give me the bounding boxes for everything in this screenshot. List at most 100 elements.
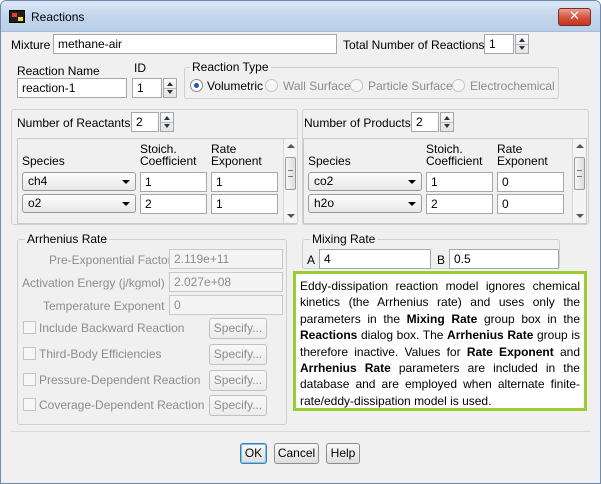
- particle-surface-label: Particle Surface: [368, 79, 453, 93]
- id-field[interactable]: 1: [132, 78, 162, 98]
- reactants-rate-header-2: Exponent: [211, 154, 262, 168]
- pressure-dependent-specify-button[interactable]: Specify...: [209, 370, 267, 391]
- reaction-type-title: Reaction Type: [190, 60, 271, 74]
- products-rate-header-2: Exponent: [497, 154, 548, 168]
- include-backward-label: Include Backward Reaction: [39, 321, 185, 335]
- reactants-coeff-header-2: Coefficient: [140, 154, 197, 168]
- scroll-up-icon[interactable]: [576, 144, 584, 148]
- products-coeff-header-2: Coefficient: [426, 154, 483, 168]
- products-scrollbar[interactable]: [572, 139, 586, 223]
- chevron-down-icon: [408, 202, 416, 206]
- reactants-count-label: Number of Reactants: [17, 116, 131, 130]
- note-bold-rate-exponent: Rate Exponent: [466, 344, 554, 359]
- note-bold-mixing-rate: Mixing Rate: [406, 311, 478, 326]
- reactants-species-header: Species: [22, 154, 65, 168]
- product-rate-field-2[interactable]: 0: [497, 194, 564, 214]
- reactant-species-select-2[interactable]: o2: [22, 194, 136, 213]
- radio-volumetric[interactable]: [190, 79, 203, 92]
- reactant-coeff-field-2[interactable]: 2: [140, 194, 207, 214]
- total-reactions-stepper[interactable]: [515, 34, 529, 54]
- activation-energy-field[interactable]: 2.027e+08: [169, 272, 283, 292]
- reactants-scrollbar[interactable]: [283, 139, 297, 223]
- product-coeff-field-1[interactable]: 1: [426, 172, 493, 192]
- coverage-dependent-specify-button[interactable]: Specify...: [209, 395, 267, 416]
- reactant-species-select-1[interactable]: ch4: [22, 172, 136, 191]
- info-note: Eddy-dissipation reaction model ignores …: [293, 271, 587, 411]
- third-body-label: Third-Body Efficiencies: [39, 347, 162, 361]
- pre-exp-field[interactable]: 2.119e+11: [169, 249, 283, 269]
- cancel-button[interactable]: Cancel: [274, 443, 319, 464]
- mixture-field[interactable]: methane-air: [53, 34, 337, 54]
- chevron-down-icon: [122, 202, 130, 206]
- coverage-dependent-checkbox[interactable]: [23, 398, 36, 411]
- ok-button[interactable]: OK: [240, 443, 267, 464]
- reactants-count-field[interactable]: 2: [131, 112, 159, 132]
- mixing-a-label: A: [307, 253, 316, 267]
- reactant-rate-field-2[interactable]: 1: [211, 194, 278, 214]
- window-title: Reactions: [31, 10, 85, 24]
- products-species-header: Species: [308, 154, 351, 168]
- volumetric-label: Volumetric: [207, 79, 264, 93]
- note-text-2: group box in the: [477, 311, 581, 326]
- note-text-5: and: [553, 344, 580, 359]
- third-body-checkbox[interactable]: [23, 347, 36, 360]
- pre-exp-label: Pre-Exponential Factor: [49, 253, 172, 267]
- reactant-rate-field-1[interactable]: 1: [211, 172, 278, 192]
- reactant-species-value-1: ch4: [28, 174, 48, 188]
- close-button[interactable]: ✕: [558, 8, 591, 26]
- electrochemical-label: Electrochemical: [470, 79, 555, 93]
- reactant-species-value-2: o2: [28, 196, 42, 210]
- pressure-dependent-checkbox[interactable]: [23, 373, 36, 386]
- temp-exp-field[interactable]: 0: [169, 295, 283, 315]
- scroll-thumb[interactable]: [285, 157, 296, 190]
- products-count-label: Number of Products: [304, 116, 411, 130]
- radio-particle-surface[interactable]: [350, 79, 363, 92]
- id-label: ID: [134, 61, 146, 75]
- chevron-down-icon: [122, 180, 130, 184]
- app-icon: [9, 10, 25, 23]
- note-bold-arrhenius-rate-2: Arrhenius Rate: [300, 361, 391, 376]
- product-coeff-field-2[interactable]: 2: [426, 194, 493, 214]
- reaction-name-field[interactable]: reaction-1: [17, 78, 127, 98]
- reaction-name-label: Reaction Name: [17, 64, 100, 78]
- total-reactions-field[interactable]: 1: [484, 34, 514, 54]
- product-species-select-1[interactable]: co2: [308, 172, 422, 191]
- note-bold-reactions: Reactions: [300, 328, 358, 343]
- products-count-field[interactable]: 2: [411, 112, 439, 132]
- product-rate-field-1[interactable]: 0: [497, 172, 564, 192]
- temp-exp-label: Temperature Exponent: [43, 299, 165, 313]
- mixing-b-label: B: [437, 253, 446, 267]
- reactants-table: Species Stoich. Coefficient Rate Exponen…: [17, 138, 297, 224]
- products-table: Species Stoich. Coefficient Rate Exponen…: [303, 138, 587, 224]
- products-count-stepper[interactable]: [440, 112, 454, 132]
- mixture-label: Mixture: [11, 38, 51, 52]
- wall-surface-label: Wall Surface: [283, 79, 351, 93]
- total-reactions-label: Total Number of Reactions: [343, 38, 485, 52]
- note-text-3: dialog box. The: [357, 328, 448, 343]
- product-species-value-1: co2: [314, 174, 334, 188]
- scroll-down-icon[interactable]: [287, 214, 295, 218]
- id-stepper[interactable]: [163, 78, 177, 98]
- product-species-select-2[interactable]: h2o: [308, 194, 422, 213]
- coverage-dependent-label: Coverage-Dependent Reaction: [39, 398, 205, 412]
- include-backward-specify-button[interactable]: Specify...: [209, 318, 267, 339]
- radio-wall-surface[interactable]: [265, 79, 278, 92]
- include-backward-checkbox[interactable]: [23, 321, 36, 334]
- mixing-rate-title: Mixing Rate: [310, 232, 378, 246]
- arrhenius-title: Arrhenius Rate: [25, 232, 110, 246]
- title-bar[interactable]: Reactions ✕: [1, 1, 600, 32]
- radio-electrochemical[interactable]: [452, 79, 465, 92]
- reactant-coeff-field-1[interactable]: 1: [140, 172, 207, 192]
- scroll-down-icon[interactable]: [576, 214, 584, 218]
- mixing-a-field[interactable]: 4: [319, 249, 431, 269]
- help-button[interactable]: Help: [326, 443, 360, 464]
- reactions-dialog: Reactions ✕ Mixture methane-air Total Nu…: [0, 0, 601, 484]
- reactants-count-stepper[interactable]: [160, 112, 174, 132]
- scroll-thumb[interactable]: [574, 157, 585, 190]
- note-bold-arrhenius-rate: Arrhenius Rate: [447, 328, 534, 343]
- third-body-specify-button[interactable]: Specify...: [209, 344, 267, 365]
- mixing-b-field[interactable]: 0.5: [449, 249, 559, 269]
- scroll-up-icon[interactable]: [287, 144, 295, 148]
- product-species-value-2: h2o: [314, 196, 335, 210]
- pressure-dependent-label: Pressure-Dependent Reaction: [39, 373, 201, 387]
